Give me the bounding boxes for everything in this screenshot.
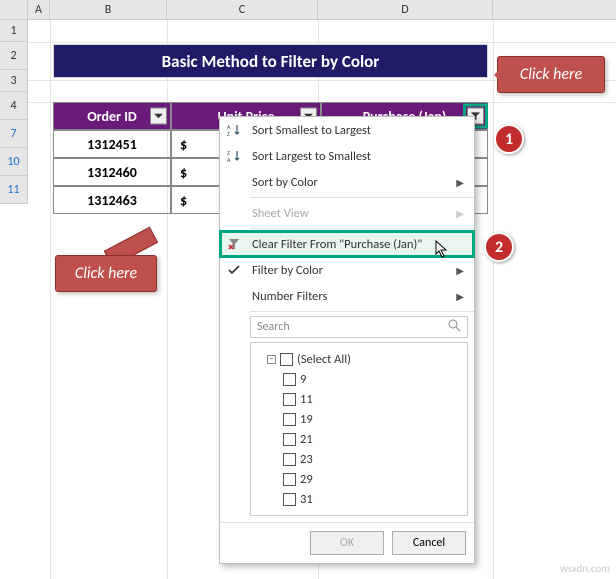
col-header-c[interactable]: C: [167, 0, 318, 19]
submenu-arrow-icon: ▶: [456, 207, 464, 220]
search-placeholder: Search: [257, 320, 290, 334]
tree-item[interactable]: 19: [257, 409, 461, 429]
row-header-1[interactable]: 1: [0, 20, 28, 42]
filter-button-order-id[interactable]: [150, 108, 167, 125]
tree-item-label: 21: [300, 432, 313, 447]
menu-sort-color-label: Sort by Color: [252, 175, 318, 190]
col-header-a[interactable]: A: [28, 0, 50, 19]
step-badge-2: 2: [484, 232, 514, 262]
ok-button: OK: [310, 531, 384, 555]
menu-sheet-view: Sheet View ▶: [220, 200, 474, 226]
filter-context-menu: AZ Sort Smallest to Largest ZA Sort Larg…: [219, 116, 475, 564]
tree-item[interactable]: 29: [257, 469, 461, 489]
select-all-corner[interactable]: [0, 0, 28, 19]
row-header-10[interactable]: 10: [0, 148, 28, 176]
checkbox[interactable]: [283, 393, 296, 406]
submenu-arrow-icon: ▶: [456, 264, 464, 277]
tree-item-label: 9: [300, 372, 306, 387]
collapse-icon[interactable]: −: [267, 355, 276, 364]
callout-click-here-top: Click here: [497, 56, 605, 93]
menu-sort-asc-label: Sort Smallest to Largest: [252, 123, 371, 138]
search-icon: [448, 319, 461, 336]
menu-sort-ascending[interactable]: AZ Sort Smallest to Largest: [220, 117, 474, 143]
checkbox[interactable]: [283, 493, 296, 506]
menu-separator: [250, 197, 474, 198]
row-header-4[interactable]: 4: [0, 92, 28, 120]
row-header-11[interactable]: 11: [0, 176, 28, 204]
row-header-3[interactable]: 3: [0, 70, 28, 92]
menu-sort-desc-label: Sort Largest to Smallest: [252, 149, 371, 164]
callout-click-here-left: Click here: [55, 255, 157, 292]
filter-search-input[interactable]: Search: [250, 316, 468, 338]
menu-sort-descending[interactable]: ZA Sort Largest to Smallest: [220, 143, 474, 169]
row-header-col: 1 2 3 4 7 10 11: [0, 20, 28, 204]
tree-item-label: 19: [300, 412, 313, 427]
checkbox[interactable]: [280, 353, 293, 366]
menu-separator: [250, 311, 474, 312]
sort-desc-icon: ZA: [226, 148, 242, 164]
dialog-button-row: OK Cancel: [220, 522, 474, 563]
row-header-7[interactable]: 7: [0, 120, 28, 148]
col-header-b[interactable]: B: [50, 0, 167, 19]
svg-text:A: A: [227, 156, 231, 163]
menu-sheet-view-label: Sheet View: [252, 206, 309, 221]
cell-order-id[interactable]: 1312460: [53, 158, 171, 186]
menu-number-filters[interactable]: Number Filters ▶: [220, 283, 474, 309]
filter-values-list[interactable]: − (Select All) 9 11 19 21 23 29 31: [250, 342, 468, 516]
header-order-id: Order ID: [53, 102, 171, 130]
mouse-cursor-icon: [435, 240, 451, 260]
cell-order-id[interactable]: 1312463: [53, 186, 171, 214]
cell-order-id[interactable]: 1312451: [53, 130, 171, 158]
tree-item[interactable]: 9: [257, 369, 461, 389]
tree-item-label: 29: [300, 472, 313, 487]
cancel-button[interactable]: Cancel: [392, 531, 466, 555]
tree-item-label: 11: [300, 392, 313, 407]
svg-text:Z: Z: [227, 130, 230, 137]
page-title: Basic Method to Filter by Color: [53, 44, 488, 78]
tree-item[interactable]: 21: [257, 429, 461, 449]
tree-item-label: 23: [300, 452, 313, 467]
submenu-arrow-icon: ▶: [456, 176, 464, 189]
menu-clear-filter-label: Clear Filter From "Purchase (Jan)": [252, 237, 422, 252]
checkbox[interactable]: [283, 413, 296, 426]
column-header-row: A B C D: [0, 0, 616, 20]
menu-filter-by-color[interactable]: Filter by Color ▶: [220, 257, 474, 283]
menu-separator: [250, 228, 474, 229]
tree-item[interactable]: 23: [257, 449, 461, 469]
watermark: wsxdn.com: [560, 562, 610, 575]
checkbox[interactable]: [283, 453, 296, 466]
step-badge-1: 1: [494, 124, 524, 154]
menu-filter-color-label: Filter by Color: [252, 263, 323, 278]
checkbox[interactable]: [283, 473, 296, 486]
clear-filter-icon: [226, 236, 242, 252]
menu-number-filters-label: Number Filters: [252, 289, 327, 304]
col-header-d[interactable]: D: [318, 0, 493, 19]
header-order-id-label: Order ID: [87, 108, 137, 125]
menu-sort-by-color[interactable]: Sort by Color ▶: [220, 169, 474, 195]
checkmark-icon: [226, 262, 242, 278]
sort-asc-icon: AZ: [226, 122, 242, 138]
tree-item[interactable]: 11: [257, 389, 461, 409]
tree-item[interactable]: 31: [257, 489, 461, 509]
submenu-arrow-icon: ▶: [456, 290, 464, 303]
tree-select-all[interactable]: − (Select All): [257, 349, 461, 369]
row-header-2[interactable]: 2: [0, 42, 28, 70]
tree-item-label: 31: [300, 492, 313, 507]
checkbox[interactable]: [283, 433, 296, 446]
checkbox[interactable]: [283, 373, 296, 386]
dropdown-icon: [153, 111, 164, 122]
select-all-label: (Select All): [297, 352, 351, 367]
